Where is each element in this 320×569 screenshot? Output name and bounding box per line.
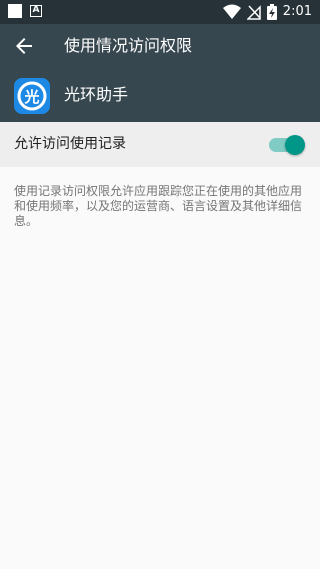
app-name: 光环助手 (64, 85, 129, 104)
back-arrow-icon[interactable] (12, 34, 36, 58)
notification-square-icon (8, 4, 22, 18)
permission-description: 使用记录访问权限允许应用跟踪您正在使用的其他应用和使用频率，以及您的运营商、语言… (14, 184, 303, 228)
system-icons: 2:01 (222, 3, 312, 21)
clock: 2:01 (282, 4, 312, 19)
halo-logo-icon: 光 (17, 81, 47, 111)
notification-icons: A (8, 4, 42, 18)
wifi-icon (222, 4, 241, 19)
toggle-thumb (285, 135, 305, 155)
toolbar: 使用情况访问权限 (0, 24, 320, 70)
app-header: 光 光环助手 (0, 70, 320, 122)
setting-label: 允许访问使用记录 (14, 136, 126, 152)
app-icon: 光 (14, 78, 50, 114)
no-sim-icon (246, 5, 261, 20)
page-title: 使用情况访问权限 (64, 36, 193, 55)
usage-access-setting-row[interactable]: 允许访问使用记录 (0, 122, 320, 167)
status-bar: A 2:01 (0, 0, 320, 24)
battery-charging-icon (266, 4, 277, 20)
notification-a-icon: A (30, 5, 42, 17)
usage-access-toggle[interactable] (269, 135, 305, 155)
svg-text:光: 光 (23, 88, 39, 106)
